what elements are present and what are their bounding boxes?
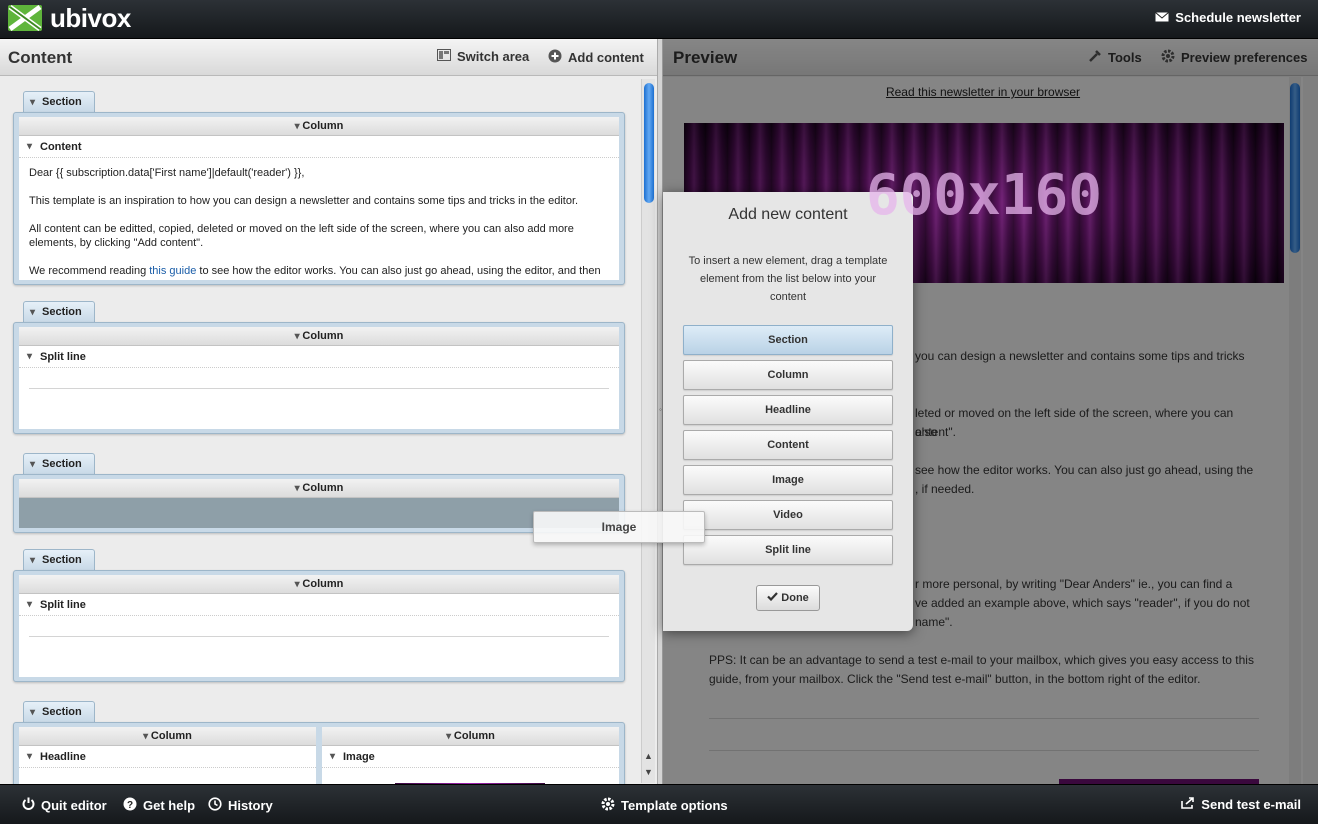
content-panel-title: Content <box>8 48 73 67</box>
splitter-handle-icon[interactable]: ◦ <box>659 405 662 414</box>
template-video[interactable]: Video <box>683 500 893 530</box>
logo-envelope-icon <box>8 5 42 31</box>
section-tab[interactable]: Section <box>23 91 95 113</box>
section-body: Column Content Dear {{ subscription.data… <box>13 112 625 285</box>
column-header[interactable]: Column <box>19 479 619 498</box>
content-scroll-thumb[interactable] <box>644 83 654 203</box>
schedule-newsletter-button[interactable]: Schedule newsletter <box>1155 10 1301 25</box>
paragraph-text: to see how the editor works. You can als… <box>196 265 601 277</box>
history-button[interactable]: History <box>208 797 273 814</box>
element-header[interactable]: Split line <box>19 594 619 616</box>
section-block[interactable]: Section Column Split line <box>13 301 625 437</box>
guide-link[interactable]: this guide <box>149 265 196 277</box>
template-options-label: Template options <box>621 798 728 813</box>
switch-area-label: Switch area <box>457 49 530 64</box>
add-content-label: Add content <box>568 50 644 65</box>
content-element-text[interactable]: Dear {{ subscription.data['First name']|… <box>19 158 619 280</box>
add-content-dialog: Add new content To insert a new element,… <box>663 192 913 631</box>
template-headline[interactable]: Headline <box>683 395 893 425</box>
section-tab[interactable]: Section <box>23 301 95 323</box>
add-content-button[interactable]: Add content <box>548 49 644 66</box>
column-block[interactable]: Column Image <box>322 727 619 784</box>
get-help-label: Get help <box>143 798 196 813</box>
template-options-button[interactable]: Template options <box>601 797 728 814</box>
ubivox-logo[interactable]: ubivox <box>8 5 131 31</box>
column-block[interactable]: Column Content Dear {{ subscription.data… <box>19 117 619 280</box>
checkmark-icon <box>767 586 779 610</box>
layout-icon <box>437 49 451 64</box>
send-test-email-label: Send test e-mail <box>1201 797 1301 812</box>
element-header[interactable]: Image <box>322 746 619 768</box>
template-section[interactable]: Section <box>683 325 893 355</box>
split-line <box>29 388 609 389</box>
help-icon: ? <box>123 797 137 814</box>
svg-text:?: ? <box>127 800 133 811</box>
column-block[interactable]: Column Split line <box>19 575 619 677</box>
section-block[interactable]: Section Column Content Dear {{ subscript… <box>13 91 625 286</box>
content-scroll-area[interactable]: Section Column Content Dear {{ subscript… <box>0 77 640 784</box>
logo-text: ubivox <box>50 3 131 33</box>
paragraph: Dear {{ subscription.data['First name']|… <box>29 167 305 179</box>
column-header[interactable]: Column <box>19 575 619 594</box>
gear-icon <box>601 797 615 814</box>
section-body: Column Split line <box>13 322 625 434</box>
section-block[interactable]: Section Column Split line <box>13 549 625 685</box>
section-tab[interactable]: Section <box>23 549 95 571</box>
banner-placeholder-text: 600x160 <box>865 163 1102 228</box>
element-header[interactable]: Content <box>19 136 619 158</box>
template-column[interactable]: Column <box>683 360 893 390</box>
quit-editor-button[interactable]: Quit editor <box>22 797 107 813</box>
element-header[interactable]: Split line <box>19 346 619 368</box>
schedule-newsletter-label: Schedule newsletter <box>1175 10 1301 25</box>
dialog-description: To insert a new element, drag a template… <box>688 255 888 303</box>
section-body: Column Split line <box>13 570 625 682</box>
scroll-down-arrow-icon[interactable]: ▼ <box>644 767 653 777</box>
column-header[interactable]: Column <box>19 117 619 136</box>
content-panel-header: Content Switch area Add content <box>0 39 657 76</box>
history-label: History <box>228 798 273 813</box>
paragraph: We recommend reading this guide to see h… <box>29 264 609 278</box>
column-header[interactable]: Column <box>19 727 316 746</box>
column-block[interactable]: Column <box>19 479 619 528</box>
content-scrollbar[interactable]: ▲ ▼ <box>641 79 655 783</box>
drag-ghost-image[interactable]: Image <box>533 511 705 543</box>
paragraph: All content can be editted, copied, dele… <box>29 223 574 249</box>
quit-editor-label: Quit editor <box>41 797 107 813</box>
paragraph-text: We recommend reading <box>29 265 150 277</box>
share-arrow-icon <box>1181 797 1195 812</box>
section-body: Column Headline Column Image <box>13 722 625 784</box>
column-header[interactable]: Column <box>19 327 619 346</box>
clock-icon <box>208 797 222 814</box>
template-split-line[interactable]: Split line <box>683 535 893 565</box>
section-tab[interactable]: Section <box>23 453 95 475</box>
plus-circle-icon <box>548 49 562 66</box>
template-image[interactable]: Image <box>683 465 893 495</box>
power-icon <box>22 797 35 813</box>
top-bar: ubivox Schedule newsletter <box>0 0 1318 39</box>
column-block[interactable]: Column Headline <box>19 727 316 784</box>
bottom-bar: Quit editor ? Get help History Template … <box>0 784 1318 824</box>
section-block[interactable]: Section Column Headline Column Image <box>13 701 625 784</box>
content-panel: Content Switch area Add content Section … <box>0 39 657 784</box>
done-button[interactable]: Done <box>756 585 820 611</box>
drop-placeholder[interactable] <box>19 498 619 528</box>
paragraph: This template is an inspiration to how y… <box>29 195 579 207</box>
column-block[interactable]: Column Split line <box>19 327 619 429</box>
send-test-email-button[interactable]: Send test e-mail <box>1181 797 1301 812</box>
scroll-up-arrow-icon[interactable]: ▲ <box>644 751 653 761</box>
envelope-icon <box>1155 10 1170 25</box>
split-line <box>29 636 609 637</box>
done-label: Done <box>781 592 809 604</box>
section-tab[interactable]: Section <box>23 701 95 723</box>
element-header[interactable]: Headline <box>19 746 316 768</box>
switch-area-button[interactable]: Switch area <box>437 49 529 64</box>
template-content[interactable]: Content <box>683 430 893 460</box>
column-header[interactable]: Column <box>322 727 619 746</box>
get-help-button[interactable]: ? Get help <box>123 797 195 814</box>
